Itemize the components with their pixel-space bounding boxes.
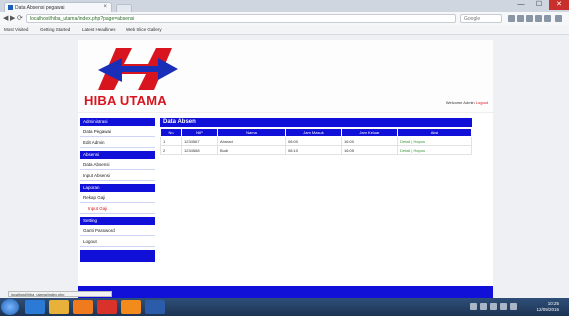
table-cell: 16:00 [341, 136, 398, 146]
forward-icon[interactable]: ▶ [10, 14, 15, 23]
tray-battery-icon[interactable] [510, 303, 517, 310]
sidebar-group-absensi: Absensi [80, 151, 155, 159]
row-action-link[interactable]: Detail | Hapus [397, 145, 472, 155]
taskbar: 10:25 12/09/2016 [0, 298, 569, 316]
tab-close-icon[interactable]: × [103, 4, 107, 10]
taskbar-clock[interactable]: 10:25 12/09/2016 [536, 301, 559, 312]
bookmark-item[interactable]: Most Visited [4, 25, 28, 34]
sidebar-group-laporan: Laporan [80, 184, 155, 192]
table-header-row: No NIP Nama Jam Masuk Jam Keluar Aksi [160, 128, 472, 137]
column-header: No [160, 128, 182, 137]
sidebar: Administrasi Data Pegawai Edit Admin Abs… [78, 118, 157, 286]
navigation-bar: ◀ ▶ ⟳ localhost/hiba_utama/index.php?pag… [0, 12, 569, 26]
sidebar-item-data-absensi[interactable]: Data Absensi [80, 160, 155, 170]
table-cell: Budi [217, 145, 286, 155]
logout-link[interactable]: Logout [476, 100, 488, 105]
taskbar-word-icon[interactable] [145, 300, 165, 314]
taskbar-media-icon[interactable] [73, 300, 93, 314]
back-icon[interactable]: ◀ [3, 14, 8, 23]
absensi-table: No NIP Nama Jam Masuk Jam Keluar Aksi 1 … [160, 128, 472, 155]
menu-icon[interactable] [555, 15, 562, 22]
close-window-button[interactable]: ✕ [549, 0, 569, 10]
bookmarks-icon[interactable] [517, 15, 524, 22]
taskbar-ie-icon[interactable] [25, 300, 45, 314]
search-input[interactable]: Google [460, 14, 502, 23]
minimize-button[interactable]: — [512, 0, 530, 10]
sidebar-group-administrasi: Administrasi [80, 118, 155, 126]
status-bar: localhost/hiba_utama/index.php [8, 291, 112, 297]
download-icon[interactable] [526, 15, 533, 22]
table-cell: Ahmad [217, 136, 286, 146]
browser-viewport: HIBA UTAMA Welcome Admin Logout Administ… [0, 35, 569, 298]
table-cell: 08:00 [285, 136, 342, 146]
tray-arrow-icon[interactable] [470, 303, 477, 310]
favicon-icon [8, 5, 13, 10]
row-action-link[interactable]: Detail | Hapus [397, 136, 472, 146]
column-header: Jam Masuk [285, 128, 342, 137]
tray-flag-icon[interactable] [480, 303, 487, 310]
web-page: HIBA UTAMA Welcome Admin Logout Administ… [78, 40, 493, 298]
maximize-button[interactable]: ☐ [530, 0, 548, 10]
page-title: Data Absen [160, 118, 472, 127]
addon-icon[interactable] [544, 15, 551, 22]
sidebar-item-input-gaji[interactable]: Input Gaji [80, 204, 155, 214]
table-cell: 1234567 [181, 136, 218, 146]
taskbar-chrome-icon[interactable] [97, 300, 117, 314]
taskbar-explorer-icon[interactable] [49, 300, 69, 314]
bookmark-item[interactable]: Latest Headlines [82, 25, 116, 34]
tab-title: Data Absensi pegawai [15, 5, 65, 11]
welcome-label: Welcome Admin [445, 100, 475, 105]
table-row: 1 1234567 Ahmad 08:00 16:00 Detail | Hap… [160, 136, 472, 146]
sidebar-item-edit-admin[interactable]: Edit Admin [80, 138, 155, 148]
tray-network-icon[interactable] [490, 303, 497, 310]
bookmark-item[interactable]: Web Slice Gallery [126, 25, 162, 34]
welcome-text: Welcome Admin Logout [446, 100, 488, 105]
table-cell: 2 [160, 145, 182, 155]
column-header: NIP [181, 128, 218, 137]
sidebar-group-setting: Setting [80, 217, 155, 225]
table-cell: 16:05 [341, 145, 398, 155]
sidebar-item-rekap-gaji[interactable]: Rekap Gaji [80, 193, 155, 203]
table-cell: 1234568 [181, 145, 218, 155]
sidebar-item-logout[interactable]: Logout [80, 237, 155, 247]
page-footer [78, 286, 493, 298]
column-header: Nama [217, 128, 286, 137]
clock-date: 12/09/2016 [536, 306, 559, 312]
browser-tab[interactable]: Data Absensi pegawai × [4, 2, 112, 12]
bookmarks-bar: Most Visited Getting Started Latest Head… [0, 25, 569, 35]
table-cell: 1 [160, 136, 182, 146]
table-row: 2 1234568 Budi 08:10 16:05 Detail | Hapu… [160, 145, 472, 155]
tab-bar: Data Absensi pegawai × — ☐ ✕ [0, 0, 569, 13]
start-button[interactable] [1, 299, 19, 315]
home-icon[interactable] [535, 15, 542, 22]
address-bar[interactable]: localhost/hiba_utama/index.php?page=abse… [26, 14, 456, 23]
column-header: Aksi [397, 128, 472, 137]
star-icon[interactable] [508, 15, 515, 22]
sidebar-item-input-absensi[interactable]: Input Absensi [80, 171, 155, 181]
sidebar-item-data-pegawai[interactable]: Data Pegawai [80, 127, 155, 137]
reload-icon[interactable]: ⟳ [17, 14, 23, 23]
sidebar-item-ganti-password[interactable]: Ganti Password [80, 226, 155, 236]
column-header: Jam Keluar [341, 128, 398, 137]
taskbar-xampp-icon[interactable] [121, 300, 141, 314]
tray-volume-icon[interactable] [500, 303, 507, 310]
site-banner: HIBA UTAMA Welcome Admin Logout [78, 40, 493, 113]
logo-text: HIBA UTAMA [84, 93, 167, 108]
sidebar-footer-block [80, 250, 155, 262]
bookmark-item[interactable]: Getting Started [40, 25, 70, 34]
logo-icon [98, 48, 178, 90]
table-cell: 08:10 [285, 145, 342, 155]
